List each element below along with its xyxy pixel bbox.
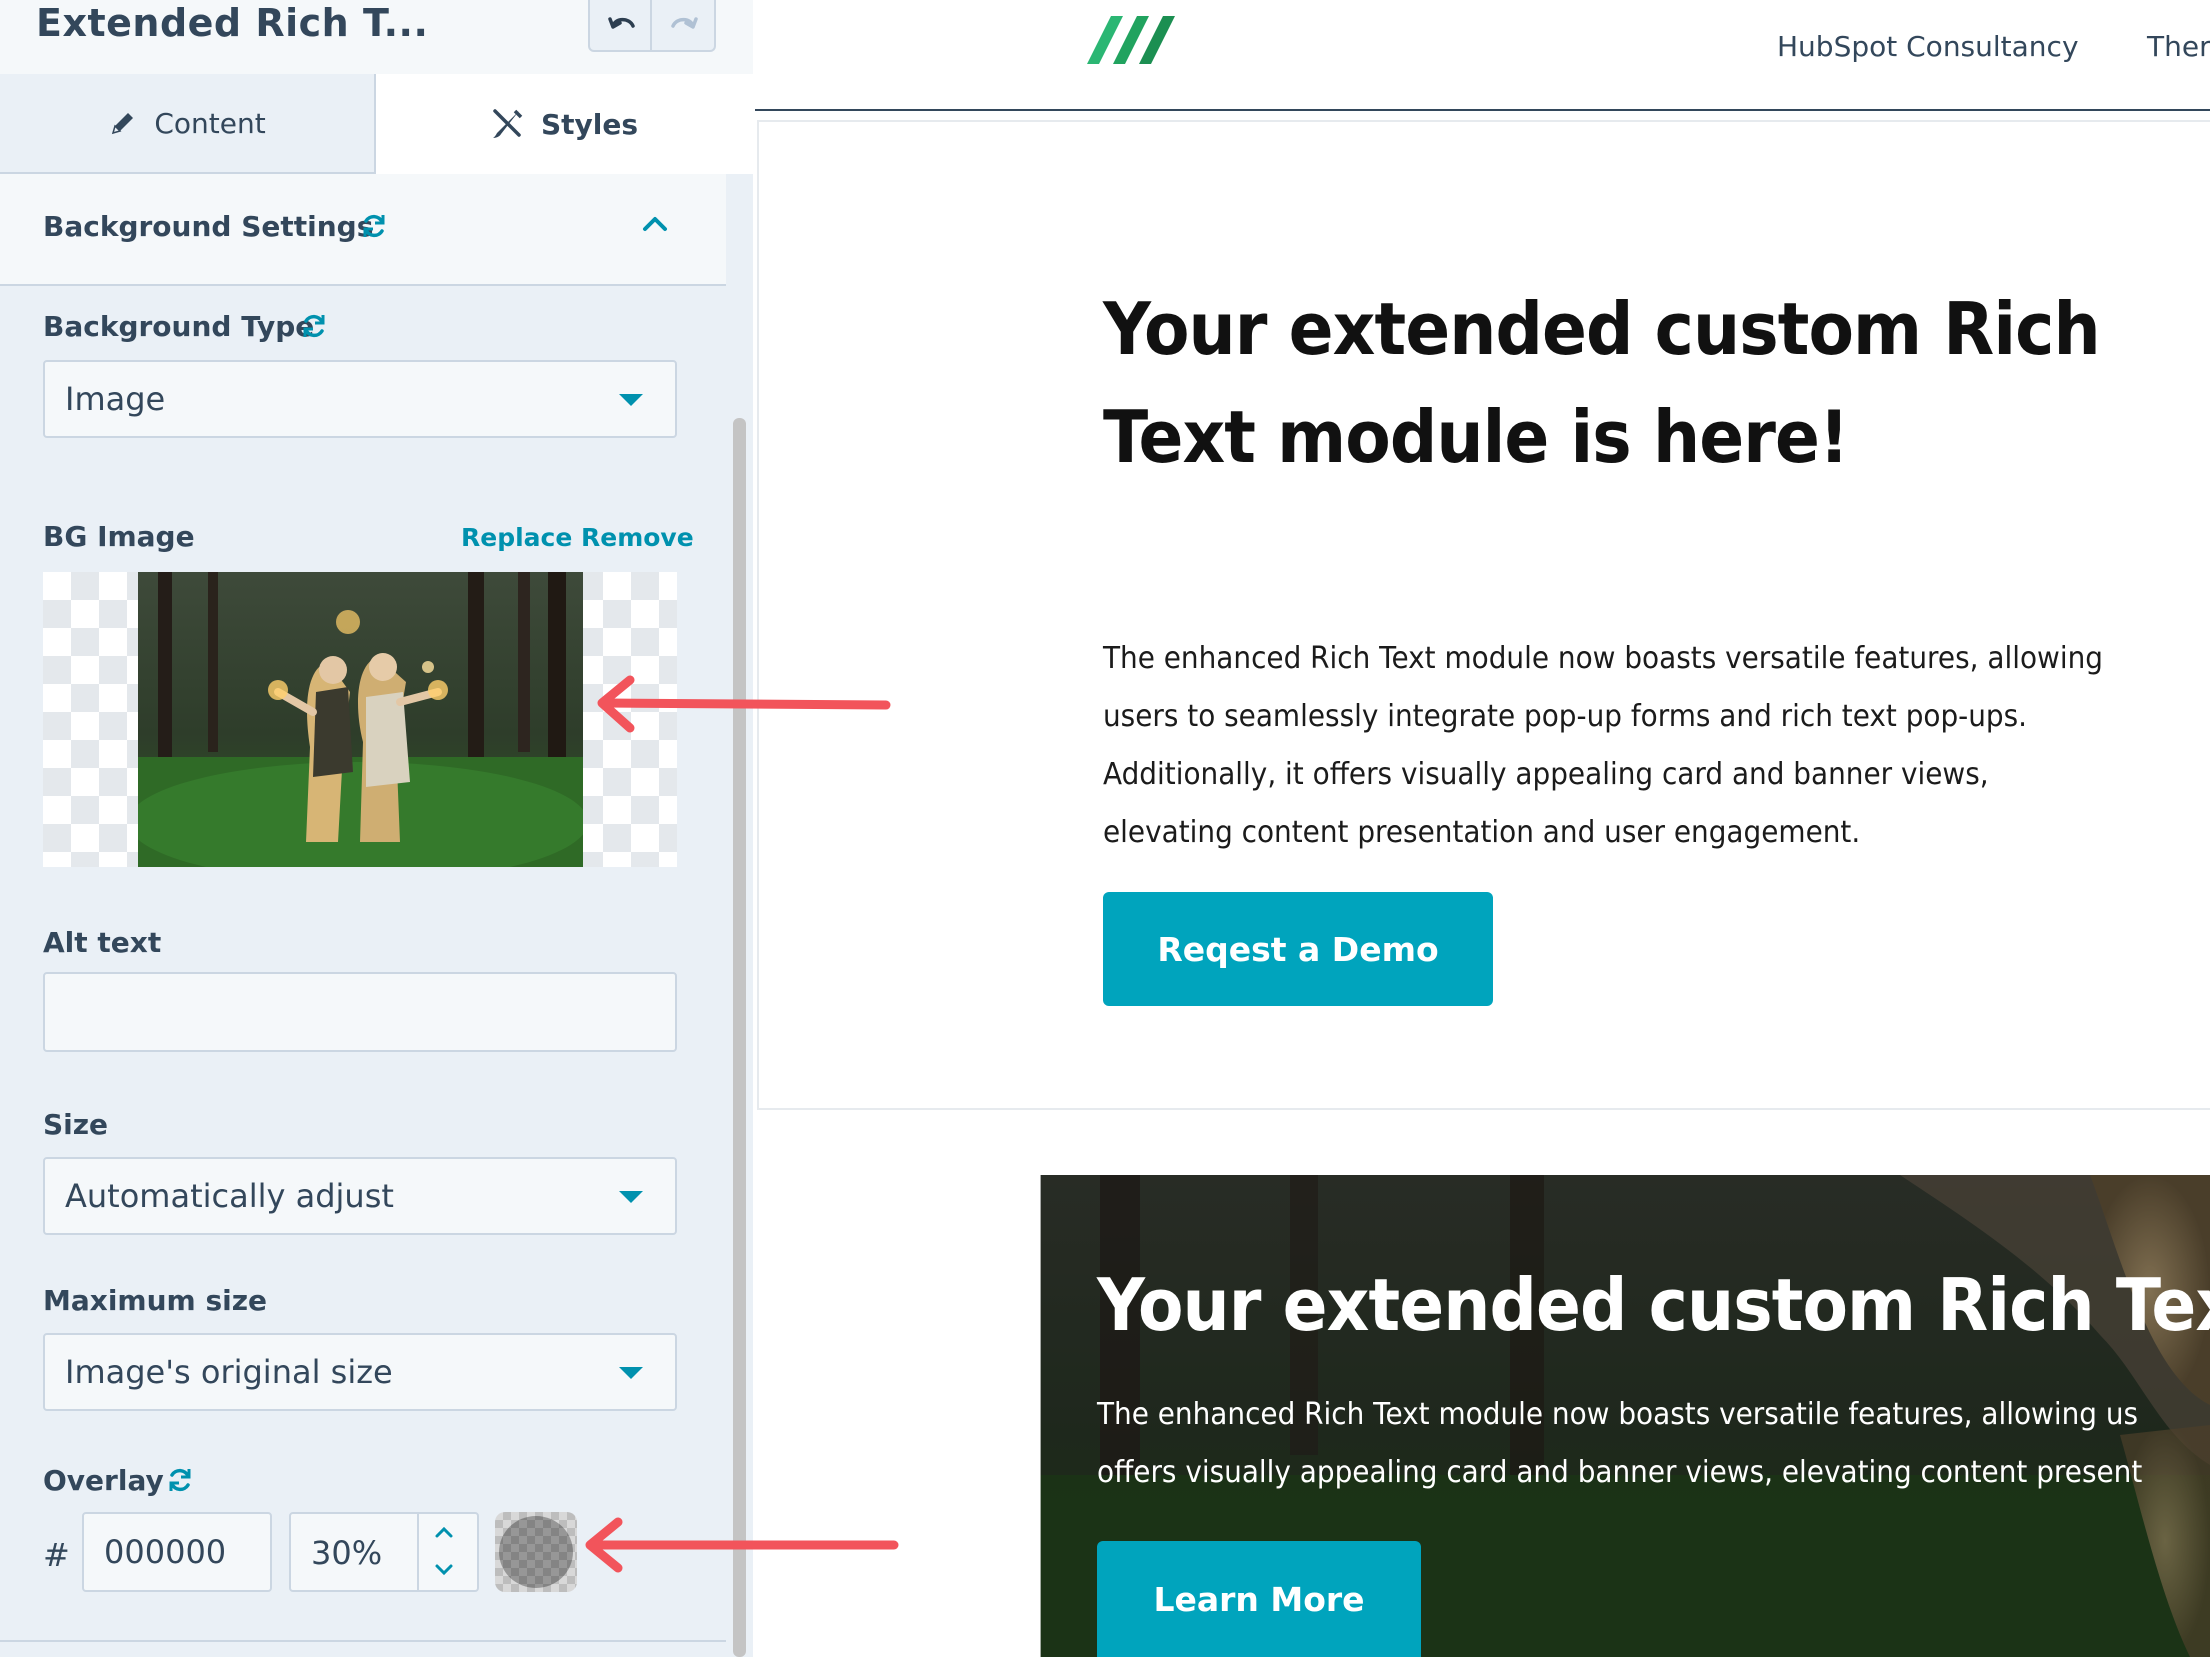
max-size-label: Maximum size [43, 1284, 267, 1317]
page-preview: HubSpot Consultancy Ther Your extended c… [755, 0, 2210, 1657]
chevron-up-icon[interactable] [641, 214, 669, 234]
alt-text-input[interactable] [43, 972, 677, 1052]
heading-line-1: Your extended custom Rich [1103, 287, 2101, 371]
paintbrush-icon [492, 109, 523, 138]
redo-button[interactable] [652, 0, 716, 52]
tab-styles[interactable]: Styles [376, 74, 753, 174]
banner-section: Your extended custom Rich Text The enhan… [1040, 1175, 2210, 1657]
overlay-label: Overlay [43, 1464, 164, 1497]
scrollbar-thumb[interactable] [733, 418, 746, 1657]
banner-body-line-1: The enhanced Rich Text module now boasts… [1097, 1397, 2139, 1432]
max-size-value: Image's original size [65, 1353, 393, 1391]
section-body-text: The enhanced Rich Text module now boasts… [1103, 641, 2103, 850]
pencil-icon [112, 113, 134, 135]
background-settings-header[interactable]: Background Settings [0, 174, 726, 286]
refresh-icon[interactable] [360, 212, 388, 240]
tab-styles-label: Styles [540, 107, 639, 141]
site-navbar: HubSpot Consultancy Ther [755, 0, 2210, 111]
chevron-down-icon [619, 1191, 643, 1203]
size-label: Size [43, 1108, 109, 1141]
bg-image-label: BG Image [43, 520, 195, 553]
bg-image-preview[interactable] [43, 572, 677, 867]
background-type-select[interactable]: Image [43, 360, 677, 438]
overlay-opacity-stepper[interactable]: 30% [289, 1512, 479, 1592]
background-type-value: Image [65, 380, 166, 418]
refresh-icon[interactable] [300, 312, 328, 340]
heading-line-2: Text module is here! [1103, 395, 1849, 479]
stepper-divider [417, 1514, 419, 1590]
divider [0, 1640, 726, 1642]
undo-icon [608, 17, 635, 29]
tab-content-label: Content [154, 106, 266, 140]
chevron-up-icon[interactable] [433, 1524, 455, 1542]
remove-image-link[interactable]: Remove [581, 523, 694, 552]
nav-item-hubspot-consultancy[interactable]: HubSpot Consultancy [1777, 30, 2079, 63]
size-select[interactable]: Automatically adjust [43, 1157, 677, 1235]
size-value: Automatically adjust [65, 1177, 394, 1215]
module-title: Extended Rich T... [36, 1, 429, 45]
editor-tabs: Content Styles [0, 74, 753, 174]
redo-icon [671, 17, 698, 29]
swatch-color-dot [499, 1516, 573, 1588]
max-size-select[interactable]: Image's original size [43, 1333, 677, 1411]
editor-sidebar: Extended Rich T... Content Styles Backgr… [0, 0, 753, 1657]
editor-header: Extended Rich T... [0, 0, 753, 76]
section-title: Background Settings [43, 210, 374, 243]
banner-heading: Your extended custom Rich Text [1097, 1263, 2210, 1347]
annotation-arrow-icon [585, 1517, 899, 1573]
request-demo-button[interactable]: Reqest a Demo [1103, 892, 1493, 1006]
site-logo-icon[interactable] [1083, 8, 1178, 66]
undo-button[interactable] [588, 0, 652, 52]
background-type-label: Background Type [43, 310, 315, 343]
overlay-opacity-value: 30% [311, 1534, 383, 1572]
replace-image-link[interactable]: Replace [461, 523, 572, 552]
tab-content[interactable]: Content [0, 74, 376, 174]
alt-text-label: Alt text [43, 926, 162, 959]
hash-label: # [43, 1536, 70, 1574]
nav-item-themes[interactable]: Ther [2147, 30, 2210, 63]
banner-body-line-2: offers visually appealing card and banne… [1097, 1455, 2143, 1490]
section-heading: Your extended custom Rich Text module is… [1103, 275, 2101, 491]
overlay-color-input[interactable] [82, 1512, 272, 1592]
chevron-down-icon [619, 394, 643, 406]
overlay-color-swatch[interactable] [495, 1512, 577, 1592]
chevron-down-icon[interactable] [433, 1560, 455, 1578]
forest-sparklers-image [138, 572, 583, 867]
annotation-arrow-icon [597, 675, 891, 733]
learn-more-button[interactable]: Learn More [1097, 1541, 1421, 1657]
chevron-down-icon [619, 1367, 643, 1379]
refresh-icon[interactable] [166, 1466, 194, 1494]
